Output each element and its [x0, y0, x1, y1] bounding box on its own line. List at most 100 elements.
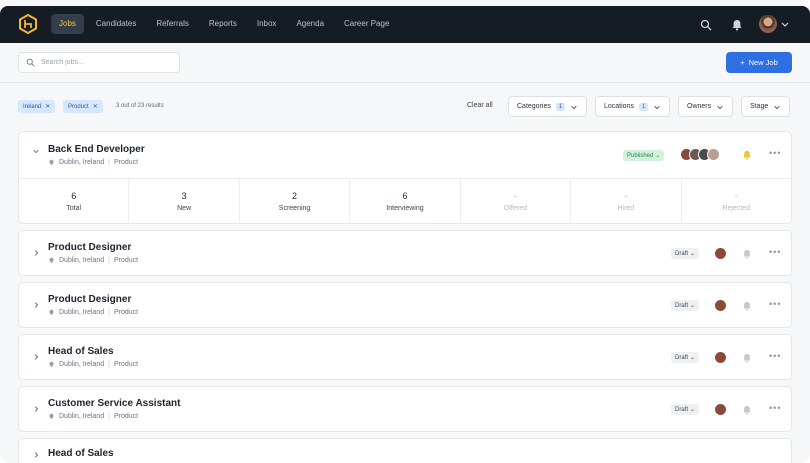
chevron-down-icon: [571, 105, 577, 109]
stat-label: Offered: [503, 205, 527, 212]
locations-dropdown[interactable]: Locations 1: [595, 96, 671, 117]
nav-referrals[interactable]: Referrals: [148, 14, 196, 34]
close-icon[interactable]: ✕: [93, 103, 98, 110]
chevron-right-icon[interactable]: [32, 405, 40, 413]
department-text: Product: [113, 309, 139, 316]
location-text: Dublin, Ireland: [59, 159, 105, 166]
avatar[interactable]: [714, 247, 727, 260]
job-card[interactable]: Back End Developer Dublin, Ireland | Pro…: [18, 131, 792, 224]
more-options-icon[interactable]: •••: [769, 351, 781, 361]
job-card[interactable]: Customer Service Assistant Dublin, Irela…: [18, 386, 792, 432]
search-icon: [26, 58, 35, 67]
status-badge[interactable]: Published ⌄: [623, 150, 665, 161]
chevron-down-icon: ⌄: [655, 153, 661, 159]
job-title[interactable]: Product Designer: [48, 294, 131, 305]
bell-icon[interactable]: [742, 249, 752, 259]
stat-rejected[interactable]: - Rejected: [682, 179, 791, 224]
status-badge[interactable]: Draft ⌄: [671, 248, 700, 259]
stat-total[interactable]: 6 Total: [19, 179, 130, 224]
stat-value: -: [624, 191, 628, 201]
results-count: 3 out of 23 results: [116, 103, 164, 109]
main-nav: Jobs Candidates Referrals Reports Inbox …: [51, 14, 397, 34]
status-badge[interactable]: Draft ⌄: [671, 352, 700, 363]
status-badge[interactable]: Draft ⌄: [671, 300, 700, 311]
dropdown-label: Categories: [517, 103, 551, 110]
nav-reports[interactable]: Reports: [201, 14, 245, 34]
status-label: Draft: [675, 406, 689, 413]
search-row: + New Job: [0, 43, 810, 83]
job-card[interactable]: Product Designer Dublin, Ireland | Product…: [18, 230, 792, 276]
avatar[interactable]: [714, 351, 727, 364]
new-job-label: New Job: [748, 58, 778, 67]
avatar[interactable]: [707, 148, 720, 161]
bell-icon[interactable]: [742, 405, 752, 415]
job-title[interactable]: Product Designer: [48, 242, 131, 253]
chevron-right-icon[interactable]: [32, 451, 40, 459]
job-card[interactable]: Head of Sales: [18, 438, 792, 463]
more-options-icon[interactable]: •••: [769, 403, 781, 413]
categories-dropdown[interactable]: Categories 1: [508, 96, 588, 117]
status-badge[interactable]: Draft ⌄: [671, 404, 700, 415]
department-text: Product: [113, 413, 139, 420]
nav-inbox[interactable]: Inbox: [249, 14, 285, 34]
chip-label: Ireland: [23, 103, 42, 110]
chevron-right-icon[interactable]: [32, 301, 40, 309]
bell-icon[interactable]: [731, 19, 743, 31]
filter-chip-product[interactable]: Product ✕: [63, 100, 103, 113]
more-options-icon[interactable]: •••: [769, 148, 781, 158]
stat-label: Screening: [278, 205, 311, 212]
job-location: Dublin, Ireland | Product: [48, 159, 138, 166]
stat-value: -: [734, 191, 738, 201]
chevron-right-icon[interactable]: [32, 353, 40, 361]
bell-icon[interactable]: [742, 150, 752, 160]
stage-dropdown[interactable]: Stage: [741, 96, 791, 117]
filter-chip-ireland[interactable]: Ireland ✕: [18, 100, 56, 113]
more-options-icon[interactable]: •••: [769, 247, 781, 257]
dropdown-label: Locations: [604, 103, 634, 110]
stat-screening[interactable]: 2 Screening: [240, 179, 351, 224]
stat-offered[interactable]: - Offered: [461, 179, 572, 224]
job-location: Dublin, Ireland | Product: [48, 257, 138, 264]
location-pin-icon: [49, 413, 54, 420]
more-options-icon[interactable]: •••: [769, 299, 781, 309]
nav-career-page[interactable]: Career Page: [336, 14, 397, 34]
owners-dropdown[interactable]: Owners: [678, 96, 734, 117]
count-badge: 1: [555, 102, 566, 111]
avatar[interactable]: [714, 299, 727, 312]
job-title[interactable]: Customer Service Assistant: [48, 398, 180, 409]
close-icon[interactable]: ✕: [45, 103, 50, 110]
job-title[interactable]: Head of Sales: [48, 346, 114, 357]
stat-hired[interactable]: - Hired: [571, 179, 682, 224]
search-input[interactable]: [41, 59, 171, 66]
nav-candidates[interactable]: Candidates: [88, 14, 144, 34]
chevron-right-icon[interactable]: [32, 249, 40, 257]
chevron-down-icon[interactable]: [780, 19, 790, 29]
location-pin-icon: [49, 257, 54, 264]
stat-new[interactable]: 3 New: [129, 179, 240, 224]
job-card[interactable]: Product Designer Dublin, Ireland | Product…: [18, 282, 792, 328]
nav-jobs[interactable]: Jobs: [51, 14, 84, 34]
nav-agenda[interactable]: Agenda: [288, 14, 332, 34]
chevron-down-icon[interactable]: [32, 147, 40, 155]
new-job-button[interactable]: + New Job: [726, 52, 792, 73]
job-title[interactable]: Head of Sales: [48, 448, 114, 459]
search-icon[interactable]: [700, 19, 712, 31]
chevron-down-icon: ⌄: [690, 303, 696, 309]
status-label: Published: [627, 152, 654, 159]
job-card[interactable]: Head of Sales Dublin, Ireland | Product Dr…: [18, 334, 792, 380]
status-label: Draft: [675, 250, 689, 257]
dropdown-label: Stage: [750, 103, 769, 110]
logo-icon[interactable]: [19, 14, 37, 34]
user-avatar[interactable]: [759, 15, 777, 33]
bell-icon[interactable]: [742, 353, 752, 363]
stat-interviewing[interactable]: 6 Interviewing: [350, 179, 461, 224]
job-title[interactable]: Back End Developer: [48, 144, 145, 155]
stat-value: 6: [71, 191, 77, 201]
chevron-down-icon: [654, 105, 661, 109]
location-pin-icon: [49, 361, 54, 368]
filter-row: Ireland ✕ Product ✕ 3 out of 23 results …: [0, 84, 810, 128]
bell-icon[interactable]: [742, 301, 752, 311]
stat-label: Rejected: [722, 205, 751, 212]
clear-all-link[interactable]: Clear all: [467, 102, 493, 109]
avatar[interactable]: [714, 403, 727, 416]
